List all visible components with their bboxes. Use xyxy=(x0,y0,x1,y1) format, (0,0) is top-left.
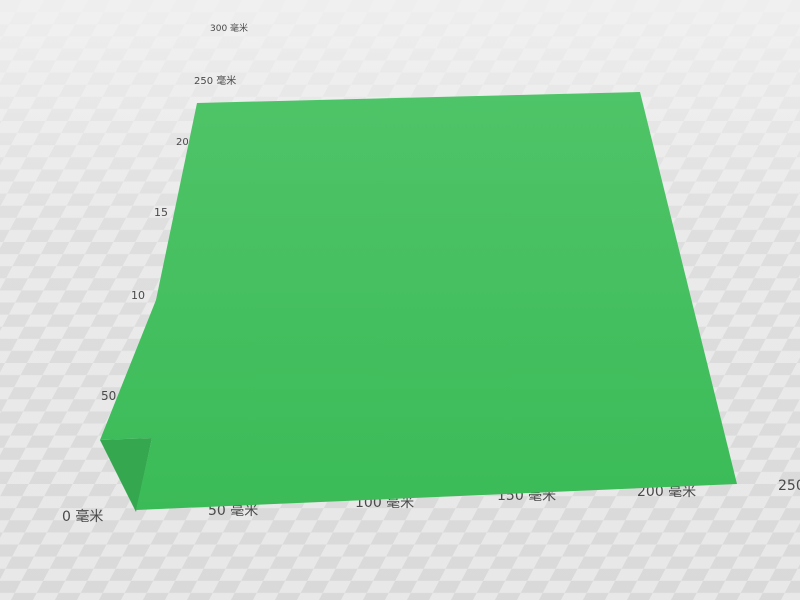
y-label-300: 300 毫米 xyxy=(210,22,248,34)
y-label-150: 15 xyxy=(154,206,168,219)
y-label-100: 10 xyxy=(131,289,145,302)
build-plate-scene[interactable]: 300 毫米 250 毫米 20 15 10 50 0 毫米 50 毫米 100… xyxy=(0,0,800,600)
y-label-200: 20 xyxy=(176,137,189,148)
flat-plate-model[interactable] xyxy=(100,92,737,512)
3d-viewport[interactable]: 300 毫米 250 毫米 20 15 10 50 0 毫米 50 毫米 100… xyxy=(0,0,800,600)
origin-label: 0 毫米 xyxy=(62,508,103,525)
x-label-250: 250 xyxy=(778,478,800,494)
y-label-250: 250 毫米 xyxy=(194,74,236,87)
y-label-50: 50 xyxy=(101,389,116,403)
plate-top-face[interactable] xyxy=(100,92,737,510)
